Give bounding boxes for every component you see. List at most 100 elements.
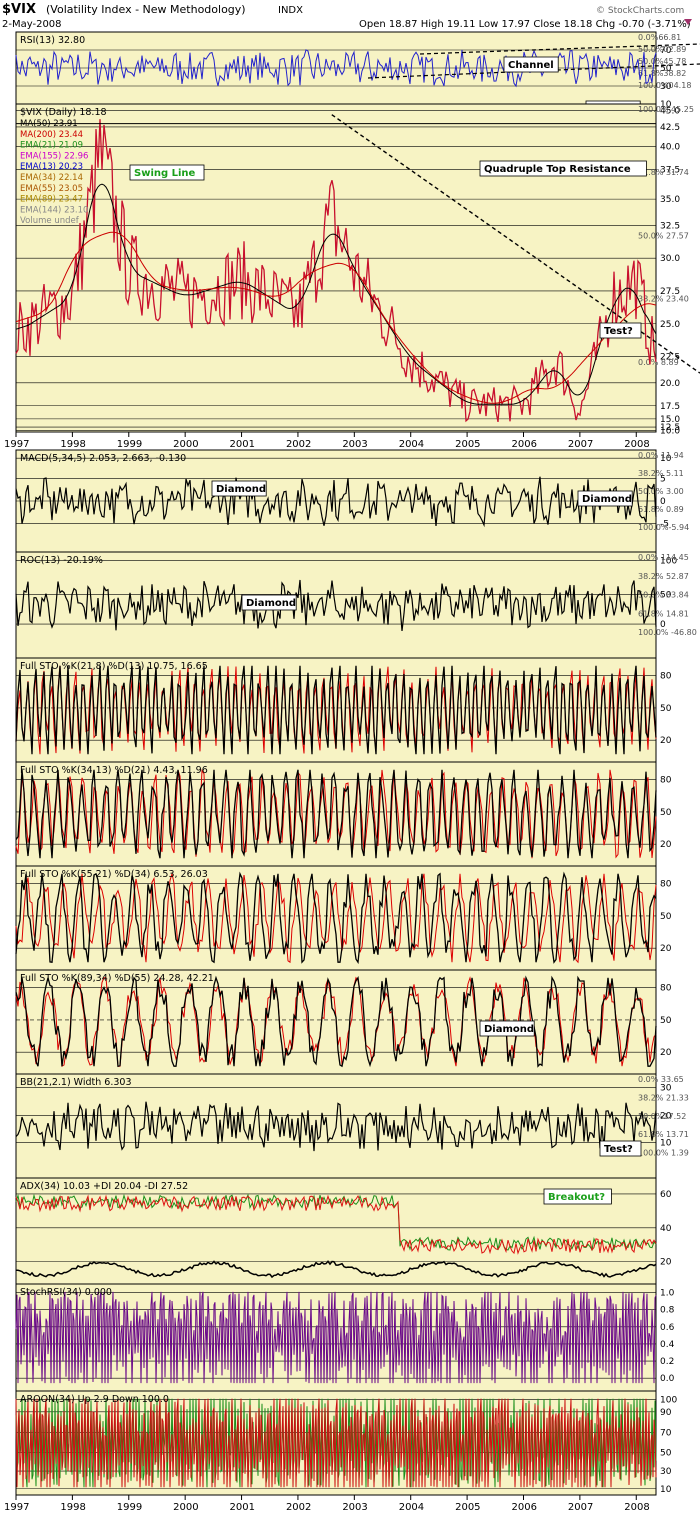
x-tick-label: 1997 xyxy=(4,1502,29,1513)
y-tick-label: 30 xyxy=(660,1084,672,1094)
chart-quote: Open 18.87 High 19.11 Low 17.97 Close 18… xyxy=(359,19,691,30)
y-tick-label: 30.0 xyxy=(660,254,680,264)
panel-title: Full STO %K(55,21) %D(34) 6.53, 26.03 xyxy=(20,869,208,880)
y-tick-label: 1.0 xyxy=(660,1289,675,1299)
legend-entry: EMA(89) 23.47 xyxy=(20,195,83,205)
x-tick-label: 1998 xyxy=(60,439,85,450)
y-tick-label: 70 xyxy=(660,1429,672,1439)
x-tick-label: 1999 xyxy=(117,439,142,450)
panel-4: 80 50 20 Full STO %K(21,8) %D(13) 10.75, 16… xyxy=(15,657,672,763)
y-tick-label: 80 xyxy=(660,984,672,994)
y-tick-label: 32.5 xyxy=(660,221,680,231)
x-tick-label: 2005 xyxy=(455,1502,480,1513)
y-tick-label: 20 xyxy=(660,1258,672,1268)
chart-symbol: $VIX xyxy=(2,2,36,17)
fib-level-label: 61.8% 14.81 xyxy=(638,609,689,618)
stockcharts-watermark: © StockCharts.com xyxy=(596,6,684,16)
panel-0: 705030100.0%66.8150.0%02.8950.0%45.7861.… xyxy=(15,31,700,117)
panel-title: AROON(34) Up 2.9 Down 100.0 xyxy=(20,1394,169,1405)
x-tick-label: 2005 xyxy=(455,439,480,450)
legend-entry: EMA(55) 23.05 xyxy=(20,184,83,194)
fib-level-label: 0.0%66.81 xyxy=(638,33,681,42)
panel-title: ADX(34) 10.03 +DI 20.04 -DI 27.52 xyxy=(20,1181,188,1192)
y-tick-label: 35.0 xyxy=(660,195,680,205)
fib-level-label: 100.0% 45.25 xyxy=(638,105,694,114)
fib-level-label: 0.0% 114.45 xyxy=(638,553,689,562)
panel-title: MACD(5,34,5) 2.053, 2.663, -0.130 xyxy=(20,453,186,464)
panel-9: 60 40 20 Breakout? ADX(34) 10.03 +DI 20.04 -… xyxy=(15,1177,672,1285)
y-tick-label: 0.2 xyxy=(660,1357,674,1367)
x-tick-label: 2000 xyxy=(173,439,198,450)
annotation-label: Test? xyxy=(604,1144,633,1155)
y-tick-label: 42.5 xyxy=(660,123,680,133)
y-tick-label: 40 xyxy=(660,1224,672,1234)
panel-5: 80 50 20 Full STO %K(34,13) %D(21) 4.43, 11… xyxy=(15,761,672,867)
chart-exchange: INDX xyxy=(278,5,303,16)
annotation-label: Diamond xyxy=(484,1024,534,1035)
y-tick-label: 80 xyxy=(660,776,672,786)
y-tick-label: 20 xyxy=(660,736,672,746)
y-tick-label: 17.5 xyxy=(660,402,680,412)
panel-8: 3020100.0% 33.6538.2% 21.3350.0%17.5261.… xyxy=(15,1073,689,1179)
annotation-label: Breakout? xyxy=(548,1192,605,1203)
x-tick-label: 2000 xyxy=(173,1502,198,1513)
panel-10: 1.0 0.8 0.6 0.4 0.2 0.0 StochRSI(34) 0.000 xyxy=(15,1283,675,1392)
vix-chart: $VIX (Volatility Index - New Methodology… xyxy=(2,2,700,1513)
y-tick-label: 50 xyxy=(660,912,672,922)
fib-level-label: 61.8% 0.89 xyxy=(638,505,684,514)
legend-entry: EMA(13) 20.23 xyxy=(20,162,83,172)
legend-entry: EMA(34) 22.14 xyxy=(20,173,83,183)
x-tick-label: 1998 xyxy=(60,1502,85,1513)
annotation-label: Swing Line xyxy=(134,168,196,179)
x-axis-top: 1997 1998 1999 2000 2001 2002 2003 2004 2005 2006… xyxy=(4,432,650,450)
y-tick-label: 0.4 xyxy=(660,1340,675,1350)
y-tick-label: 10.0 xyxy=(660,426,680,436)
x-tick-label: 2008 xyxy=(624,1502,649,1513)
y-tick-label: 20 xyxy=(660,840,672,850)
fib-level-label: 50.0% 33.84 xyxy=(638,591,689,600)
y-tick-label: 40.0 xyxy=(660,143,680,153)
panel-1: 45.042.540.037.535.032.530.027.525.022.5… xyxy=(15,103,700,436)
x-tick-label: 2006 xyxy=(511,1502,536,1513)
chart-date: 2-May-2008 xyxy=(2,19,62,30)
panel-title: RSI(13) 32.80 xyxy=(20,35,85,46)
legend-entry: EMA(21) 21.09 xyxy=(20,141,83,151)
y-tick-label: 50 xyxy=(660,704,672,714)
x-tick-label: 2004 xyxy=(399,1502,424,1513)
y-tick-label: 80 xyxy=(660,672,672,682)
legend-entry: EMA(144) 23.10 xyxy=(20,205,88,215)
panel-title: Full STO %K(34,13) %D(21) 4.43, 11.96 xyxy=(20,765,208,776)
y-tick-label: 20 xyxy=(660,1048,672,1058)
y-tick-label: 20.0 xyxy=(660,379,680,389)
annotation-label: Quadruple Top Resistance xyxy=(484,164,631,175)
x-tick-label: 2006 xyxy=(511,439,536,450)
y-tick-label: 50 xyxy=(660,1448,672,1458)
x-tick-label: 2007 xyxy=(568,1502,593,1513)
x-tick-label: 2001 xyxy=(230,439,255,450)
fib-level-label: 61.8% 13.71 xyxy=(638,1130,689,1139)
fib-level-label: 0.0% 33.65 xyxy=(638,1075,684,1084)
annotation-label: Test? xyxy=(604,326,633,337)
y-tick-label: 10 xyxy=(660,1139,672,1149)
annotation-label: Diamond xyxy=(582,494,632,505)
panel-6: 80 50 20 Full STO %K(55,21) %D(34) 6.53, 26… xyxy=(15,865,672,971)
fib-level-label: 50.0% 3.00 xyxy=(638,487,684,496)
legend-entry: MA(200) 23.44 xyxy=(20,130,83,140)
fib-level-label: 38.2% 5.11 xyxy=(638,469,684,478)
indicator-panels: 705030100.0%66.8150.0%02.8950.0%45.7861.… xyxy=(15,31,700,1496)
x-tick-label: 2002 xyxy=(286,439,311,450)
fib-level-label: 0.0% 11.94 xyxy=(638,451,684,460)
x-tick-label: 2001 xyxy=(230,1502,255,1513)
y-tick-label: 50 xyxy=(660,1016,672,1026)
panel-11: 100 90 70 50 30 10 AROON(34) Up 2.9 Down 100.0 xyxy=(15,1390,677,1496)
chart-description: (Volatility Index - New Methodology) xyxy=(46,3,246,16)
annotation-label: Channel xyxy=(508,60,554,71)
x-tick-label: 1997 xyxy=(4,439,29,450)
panel-title: Full STO %K(21,8) %D(13) 10.75, 16.65 xyxy=(20,661,208,672)
y-tick-label: 80 xyxy=(660,880,672,890)
y-tick-label: 25.0 xyxy=(660,320,680,330)
fib-level-label: 38.2% 23.40 xyxy=(638,295,689,304)
fib-level-label: 38.2% 52.87 xyxy=(638,572,689,581)
annotation-label: Diamond xyxy=(246,598,296,609)
panel-title: StochRSI(34) 0.000 xyxy=(20,1287,112,1298)
